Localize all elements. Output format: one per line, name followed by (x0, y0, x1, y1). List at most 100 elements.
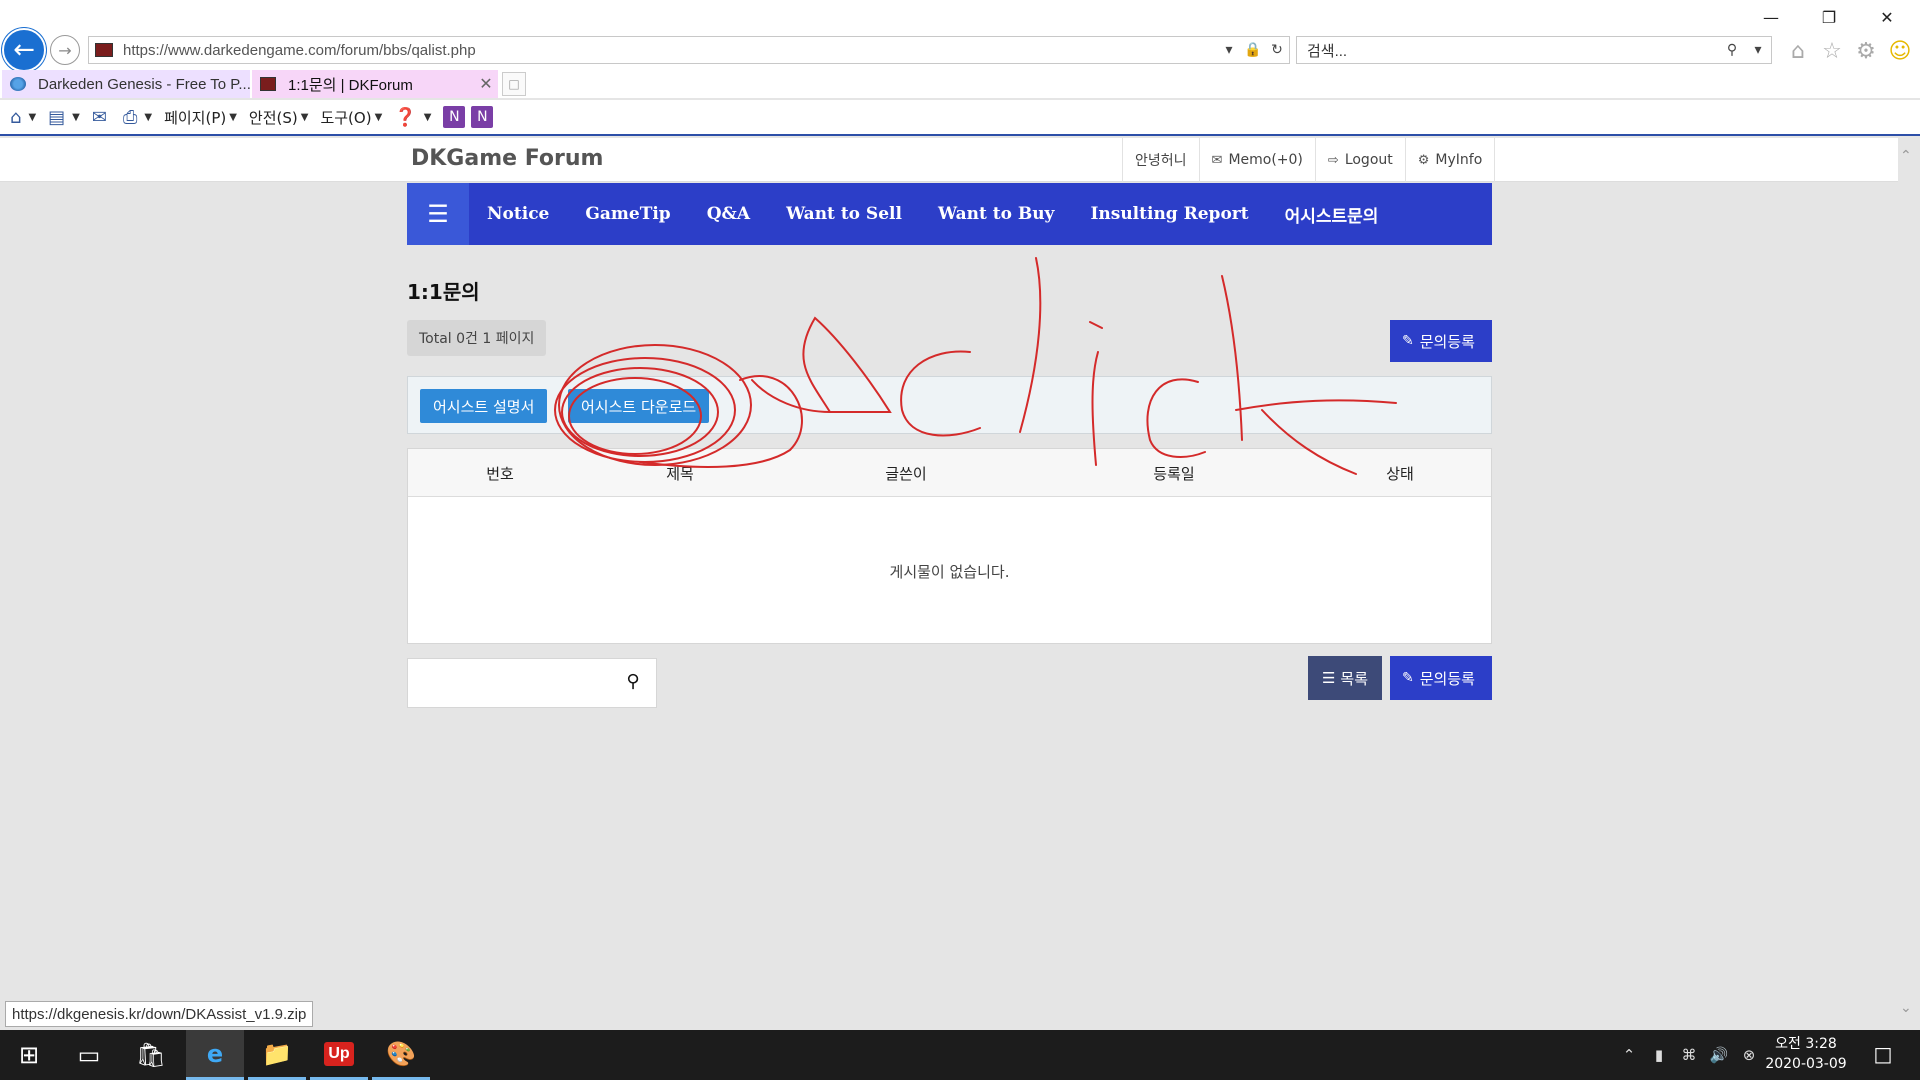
forward-button[interactable]: → (50, 35, 80, 65)
onenote-icon[interactable]: N (443, 106, 466, 128)
home-icon: ⌂ (10, 106, 22, 128)
home-menu[interactable]: ⌂ ▼ (10, 107, 36, 128)
list-label: 목록 (1340, 669, 1369, 688)
refresh-icon[interactable]: ↻ (1265, 42, 1289, 58)
status-bar-url: https://dkgenesis.kr/down/DKAssist_v1.9.… (5, 1001, 314, 1027)
minimize-button[interactable]: — (1748, 4, 1794, 32)
tab-close-icon[interactable]: ✕ (474, 74, 498, 94)
site-favicon-icon (260, 77, 276, 91)
help-icon: ❓ (394, 106, 417, 128)
safety-menu[interactable]: 안전(S) ▼ (249, 107, 309, 128)
help-menu[interactable]: ❓ ▼ (394, 107, 431, 128)
gear-icon: ⚙ (1417, 152, 1430, 168)
nav-qa[interactable]: Q&A (707, 204, 750, 224)
uplay-up-icon[interactable]: Up (310, 1030, 368, 1080)
site-favicon-icon (95, 43, 113, 57)
memo-label: Memo(+0) (1228, 152, 1303, 168)
nav-notice[interactable]: Notice (487, 204, 549, 224)
new-tab-button[interactable]: □ (502, 72, 526, 96)
main-nav: ☰ Notice GameTip Q&A Want to Sell Want t… (407, 183, 1492, 245)
command-bar: ⌂ ▼ ▤ ▼ ✉ ⎙ ▼ 페이지(P) ▼ 안전(S) ▼ 도구(O) ▼ ❓ ▼ N N (0, 100, 1920, 136)
nav-want-to-buy[interactable]: Want to Buy (938, 204, 1054, 224)
search-dropdown-icon[interactable]: ▾ (1745, 42, 1771, 58)
file-explorer-icon[interactable]: 📁 (248, 1030, 306, 1080)
tab-title: Darkeden Genesis - Free To P... (38, 75, 250, 93)
board-table: 번호 제목 글쓴이 등록일 상태 게시물이 없습니다. (407, 448, 1492, 644)
scroll-up-icon[interactable]: ⌃ (1900, 148, 1912, 164)
page-viewport: DKGame Forum 안녕허니 ✉ Memo(+0) ⇨ Logout ⚙ MyI… (0, 138, 1898, 1028)
address-bar[interactable]: https://www.darkedengame.com/forum/bbs/q… (88, 36, 1290, 64)
search-icon[interactable]: ⚲ (620, 671, 646, 697)
nav-assist-inquiry[interactable]: 어시스트문의 (1285, 202, 1379, 227)
gear-icon[interactable]: ⚙ (1852, 38, 1880, 66)
search-icon[interactable]: ⚲ (1719, 42, 1745, 58)
wifi-icon[interactable]: ⌘ (1674, 1046, 1704, 1064)
close-window-button[interactable]: ✕ (1864, 4, 1910, 32)
paint-palette-icon[interactable]: 🎨 (372, 1030, 430, 1080)
tools-menu[interactable]: 도구(O) ▼ (320, 107, 382, 128)
assist-panel: 어시스트 설명서 어시스트 다운로드 (407, 376, 1492, 434)
board-search: ⚲ (407, 658, 657, 708)
col-writer: 글쓴이 (885, 465, 927, 483)
taskbar-clock[interactable]: 오전 3:28 2020-03-09 (1752, 1034, 1860, 1074)
user-menu: 안녕허니 ✉ Memo(+0) ⇨ Logout ⚙ MyInfo (1122, 138, 1496, 182)
store-bag-icon[interactable]: 🛍 (122, 1030, 180, 1080)
assist-download-button[interactable]: 어시스트 다운로드 (568, 389, 710, 423)
list-icon: ☰ (1321, 669, 1336, 687)
envelope-icon: ✉ (1211, 152, 1223, 168)
onenote-linked-icon[interactable]: N (471, 106, 494, 128)
mail-icon: ✉ (91, 106, 107, 128)
empty-message: 게시물이 없습니다. (889, 563, 1010, 581)
write-inquiry-button[interactable]: ✎ 문의등록 (1390, 320, 1492, 362)
page-title: 1:1문의 (407, 280, 480, 304)
print-menu[interactable]: ⎙ ▼ (123, 107, 152, 128)
browser-search-placeholder: 검색... (1307, 42, 1348, 60)
list-button[interactable]: ☰ 목록 (1308, 656, 1382, 700)
assist-manual-button[interactable]: 어시스트 설명서 (420, 389, 548, 423)
table-header: 번호 제목 글쓴이 등록일 상태 (408, 449, 1491, 497)
windows-taskbar: ⊞ ▭ 🛍 e 📁 Up 🎨 ⌃ ▮ ⌘ 🔊 ⊗ 오전 3:28 2020-03… (0, 1030, 1920, 1080)
internet-explorer-icon[interactable]: e (186, 1030, 244, 1080)
chevron-up-icon[interactable]: ⌃ (1614, 1046, 1644, 1064)
logout-link[interactable]: ⇨ Logout (1314, 138, 1405, 182)
page-menu[interactable]: 페이지(P) ▼ (164, 107, 237, 128)
write-inquiry-button-bottom[interactable]: ✎ 문의등록 (1390, 656, 1492, 700)
user-greeting[interactable]: 안녕허니 (1122, 138, 1199, 182)
user-greeting-label: 안녕허니 (1135, 153, 1187, 169)
myinfo-link[interactable]: ⚙ MyInfo (1404, 138, 1496, 182)
site-logo[interactable]: DKGame Forum (411, 146, 603, 171)
browser-title-bar: ← → https://www.darkedengame.com/forum/b… (0, 0, 1920, 72)
clock-date: 2020-03-09 (1765, 1056, 1847, 1072)
page-scrollbar[interactable]: ⌃ ⌄ (1898, 138, 1920, 1028)
col-subject: 제목 (666, 465, 694, 483)
mail-button[interactable]: ✉ (92, 107, 111, 128)
tab-dkforum[interactable]: 1:1문의 | DKForum ✕ (252, 70, 498, 98)
address-url[interactable]: https://www.darkedengame.com/forum/bbs/q… (123, 42, 1217, 59)
scroll-down-icon[interactable]: ⌄ (1900, 1000, 1912, 1016)
lock-icon[interactable]: 🔒 (1241, 42, 1265, 58)
home-icon[interactable]: ⌂ (1784, 38, 1812, 66)
dropdown-arrow-icon[interactable]: ▾ (1217, 42, 1241, 58)
nav-insulting-report[interactable]: Insulting Report (1090, 204, 1248, 224)
nav-want-to-sell[interactable]: Want to Sell (786, 204, 902, 224)
feedback-smile-icon[interactable]: ☺ (1886, 38, 1914, 66)
memo-link[interactable]: ✉ Memo(+0) (1198, 138, 1315, 182)
nav-gametip[interactable]: GameTip (585, 204, 670, 224)
notification-center-icon[interactable]: □ (1868, 1042, 1898, 1068)
favorites-star-icon[interactable]: ☆ (1818, 38, 1846, 66)
logout-icon: ⇨ (1327, 152, 1339, 168)
volume-icon[interactable]: 🔊 (1704, 1046, 1734, 1064)
write-inquiry-label: 문의등록 (1419, 669, 1475, 688)
restore-button[interactable]: ❐ (1806, 4, 1852, 32)
browser-search-box[interactable]: 검색... ⚲ ▾ (1296, 36, 1772, 64)
tab-strip: Darkeden Genesis - Free To P... 1:1문의 | … (0, 70, 1920, 98)
battery-icon[interactable]: ▮ (1644, 1046, 1674, 1064)
tab-darkeden-genesis[interactable]: Darkeden Genesis - Free To P... (2, 70, 250, 98)
start-windows-icon[interactable]: ⊞ (0, 1030, 58, 1080)
hamburger-menu-icon[interactable]: ☰ (407, 183, 469, 245)
back-button[interactable]: ← (2, 28, 46, 72)
task-view-icon[interactable]: ▭ (60, 1030, 118, 1080)
feeds-menu[interactable]: ▤ ▼ (48, 107, 80, 128)
board-search-input[interactable] (408, 659, 618, 707)
tab-title: 1:1문의 | DKForum (288, 76, 413, 94)
